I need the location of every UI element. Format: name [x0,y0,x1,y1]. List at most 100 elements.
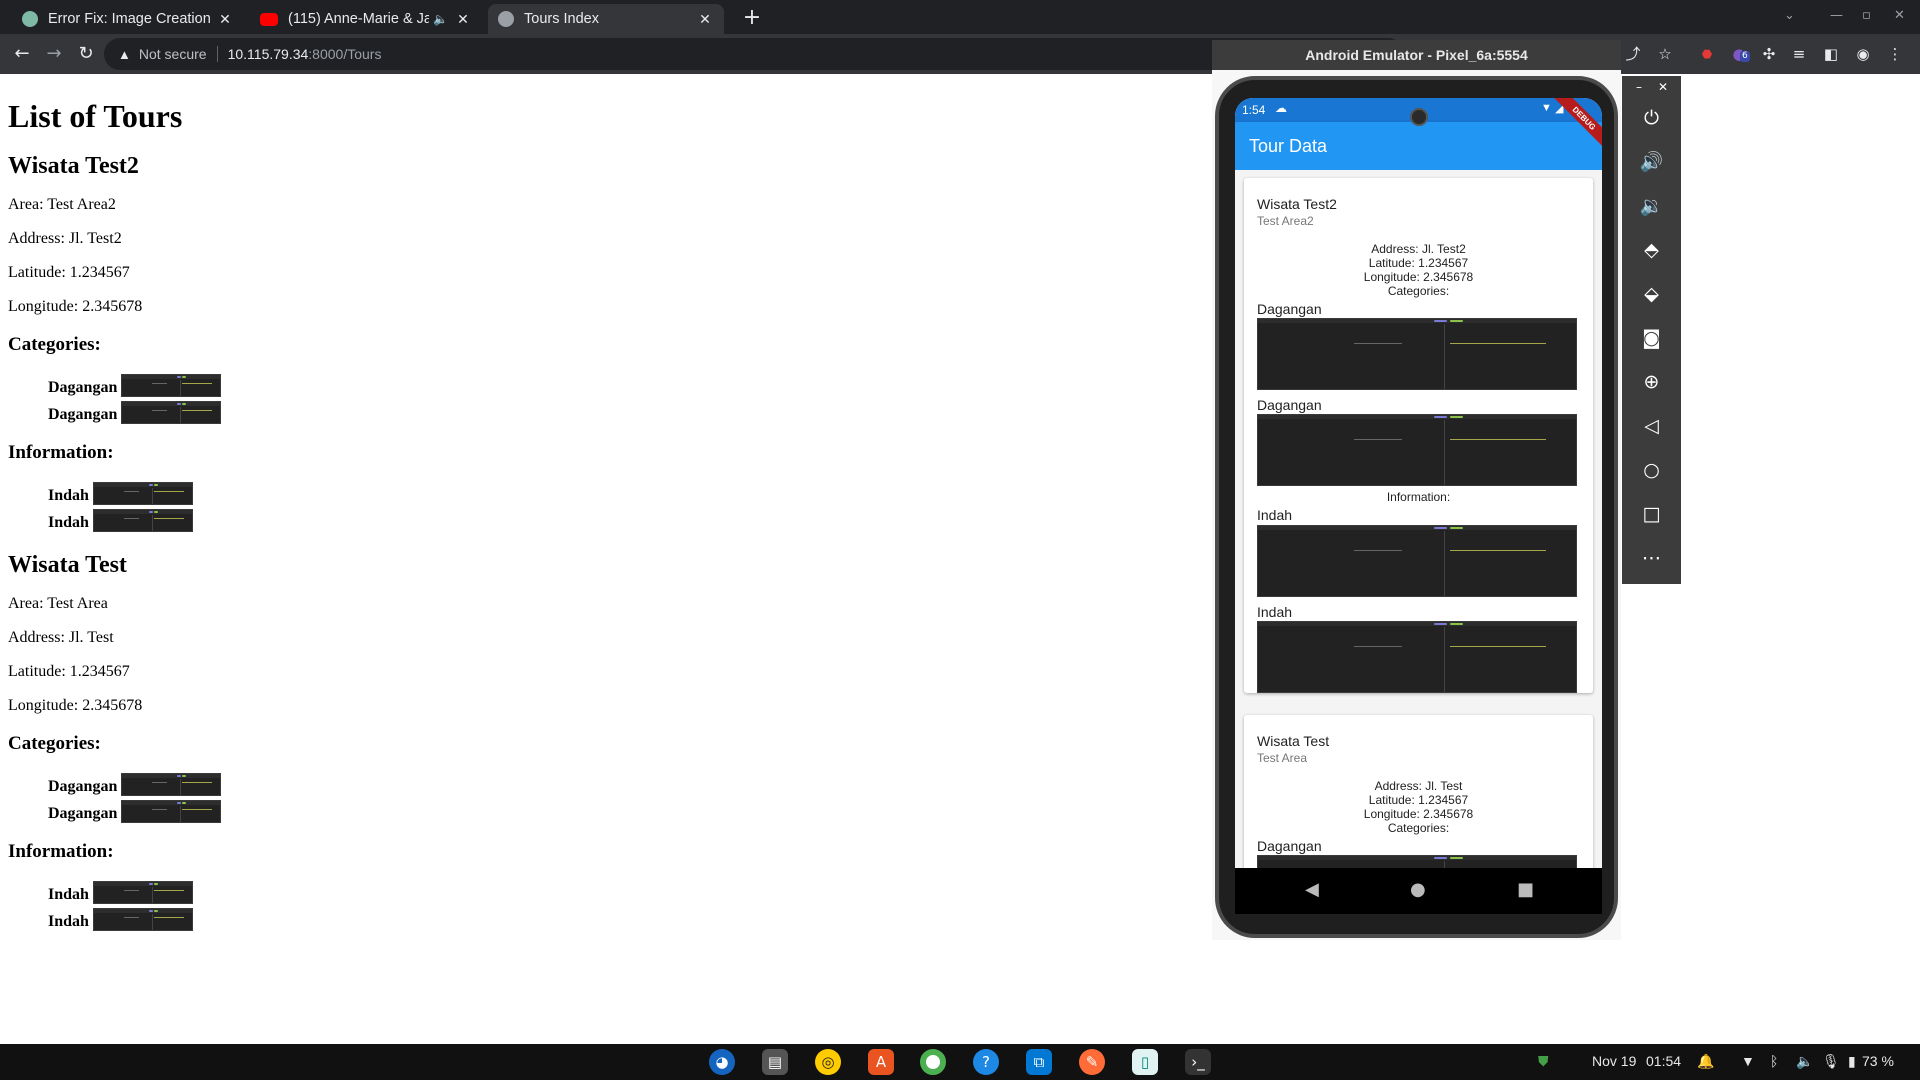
chrome-icon[interactable] [920,1049,946,1075]
maximize-icon[interactable]: ▫ [1862,8,1871,23]
tab-close-icon[interactable]: ✕ [696,11,714,28]
thumb-detail [1450,857,1463,859]
volume-tray-icon[interactable]: 🔈 [1796,1053,1813,1070]
files-icon[interactable]: ▤ [762,1049,788,1075]
software-center-icon[interactable]: A [868,1049,894,1075]
thumb-detail [123,889,139,891]
emulator-icon[interactable]: ▯ [1132,1049,1158,1075]
card-information-label: Information: [1386,490,1451,504]
notification-bell-icon[interactable]: 🔔 [1697,1053,1714,1070]
battery-percent: 73 % [1862,1053,1894,1069]
thumb-detail [1354,549,1402,551]
share-icon[interactable]: ⤴ [1622,43,1644,65]
tab-close-icon[interactable]: ✕ [216,11,234,28]
tab-youtube[interactable]: (115) Anne-Marie & Ja 🔈 ✕ [250,4,482,34]
kebab-menu-icon[interactable]: ⋮ [1884,43,1906,65]
nav-overview-icon[interactable]: ■ [1517,879,1534,900]
overview-icon[interactable]: □ [1622,500,1681,528]
back-icon[interactable]: ◁ [1622,412,1681,440]
help-icon[interactable]: ? [973,1049,999,1075]
tab-close-icon[interactable]: ✕ [454,11,472,28]
microphone-icon[interactable]: 🎙 [1822,1053,1840,1070]
new-tab-button[interactable]: + [738,4,766,32]
information-name: Indah [48,913,89,930]
tab-search-icon[interactable]: ⌄ [1784,8,1795,23]
profile-avatar-icon[interactable]: ◉ [1852,43,1874,65]
camera-icon[interactable]: ◙ [1622,324,1681,352]
tour-list-scroll[interactable]: Wisata Test2 Test Area2 Address: Jl. Tes… [1235,170,1602,868]
extension-badge-count: 6 [1740,51,1750,62]
volume-up-icon[interactable]: 🔊 [1622,148,1681,176]
clock-date[interactable]: Nov 19 [1592,1053,1636,1069]
speaker-icon[interactable]: 🔈 [433,12,448,26]
thumb-detail [1258,319,1576,323]
bluetooth-icon[interactable]: ᛒ [1770,1053,1778,1069]
back-arrow-icon[interactable]: ← [10,42,34,66]
clock-time[interactable]: 01:54 [1646,1053,1681,1069]
thumb-detail [152,808,168,810]
thumb-detail [152,382,168,384]
thumb-detail [1450,320,1463,322]
shield-icon[interactable]: ⛊ [1538,1053,1549,1070]
tour-card[interactable]: Wisata Test Test Area Address: Jl. Test … [1244,715,1593,868]
postman-icon[interactable]: ✎ [1079,1049,1105,1075]
side-panel-icon[interactable]: ◧ [1820,43,1842,65]
bookmark-star-icon[interactable]: ☆ [1654,43,1676,65]
emulator-title-bar[interactable]: Android Emulator - Pixel_6a:5554 [1212,40,1621,70]
thumb-detail [180,806,182,822]
android-nav-bar: ◀ ● ■ [1235,868,1602,914]
phone-screen[interactable]: 1:54 ☁ ▼ ◢ Tour Data DEBUG Wisata Test2 … [1235,98,1602,868]
nav-back-icon[interactable]: ◀ [1305,879,1319,900]
puzzle-extensions-icon[interactable]: ✣ [1758,43,1780,65]
category-image [121,401,222,424]
tab-tours-index[interactable]: Tours Index ✕ [488,4,724,34]
globe-favicon-icon [498,11,514,27]
ublock-icon[interactable]: ⬣ [1696,43,1718,65]
rotate-left-icon[interactable]: ⬘ [1622,236,1681,264]
tour-card[interactable]: Wisata Test2 Test Area2 Address: Jl. Tes… [1244,178,1593,693]
thumb-detail [1450,416,1463,418]
extension-badge-icon[interactable]: ● 6 [1728,43,1750,65]
address-bar[interactable]: ▲ Not secure 10.115.79.34:8000/Tours [104,38,1404,70]
list-item: Indah [48,904,1208,931]
volume-down-icon[interactable]: 🔉 [1622,192,1681,220]
vscode-icon[interactable]: ⧉ [1026,1049,1052,1075]
panel-close-icon[interactable]: ✕ [1658,80,1668,94]
tab-error-fix[interactable]: Error Fix: Image Creation ✕ [12,4,244,34]
card-category-image [1257,855,1577,868]
tour-name: Wisata Test2 [8,153,139,179]
url-host: 10.115.79.34 [227,46,309,62]
home-icon[interactable]: ○ [1622,456,1681,484]
media-queue-icon[interactable]: ≡ [1788,43,1810,65]
battery-tray-icon[interactable]: ▮ [1848,1053,1856,1070]
thumb-detail [148,484,153,486]
nav-home-icon[interactable]: ● [1410,879,1426,900]
thumb-detail [93,483,192,487]
forward-arrow-icon[interactable]: → [42,42,66,66]
close-window-icon[interactable]: ✕ [1894,8,1905,23]
thumb-detail [152,781,168,783]
wifi-tray-icon[interactable]: ▼ [1741,1053,1755,1069]
panel-minimize-icon[interactable]: – [1636,80,1642,94]
terminal-icon[interactable]: ›_ [1185,1049,1211,1075]
thumb-detail [1354,438,1402,440]
rhythmbox-icon[interactable]: ◎ [815,1049,841,1075]
tours-index-page: List of Tours Wisata Test2 Area: Test Ar… [8,80,1208,945]
card-information-image [1257,525,1577,597]
minimize-icon[interactable]: — [1830,8,1843,23]
zoom-icon[interactable]: ⊕ [1622,368,1681,396]
power-icon[interactable]: ⏻ [1622,104,1681,132]
rotate-right-icon[interactable]: ⬙ [1622,280,1681,308]
firefox-icon[interactable]: ◕ [709,1049,735,1075]
reload-icon[interactable]: ↻ [74,42,98,66]
thumb-detail [182,382,213,384]
security-label[interactable]: Not secure [139,46,207,62]
thumb-detail [1434,416,1447,418]
card-category-image [1257,414,1577,486]
thumb-detail [1434,623,1447,625]
thumb-detail [182,808,213,810]
card-latitude: Latitude: 1.234567 [1368,256,1469,270]
browser-tab-strip: Error Fix: Image Creation ✕ (115) Anne-M… [0,0,1920,34]
category-name: Dagangan [48,406,118,423]
more-icon[interactable]: ⋯ [1622,544,1681,572]
